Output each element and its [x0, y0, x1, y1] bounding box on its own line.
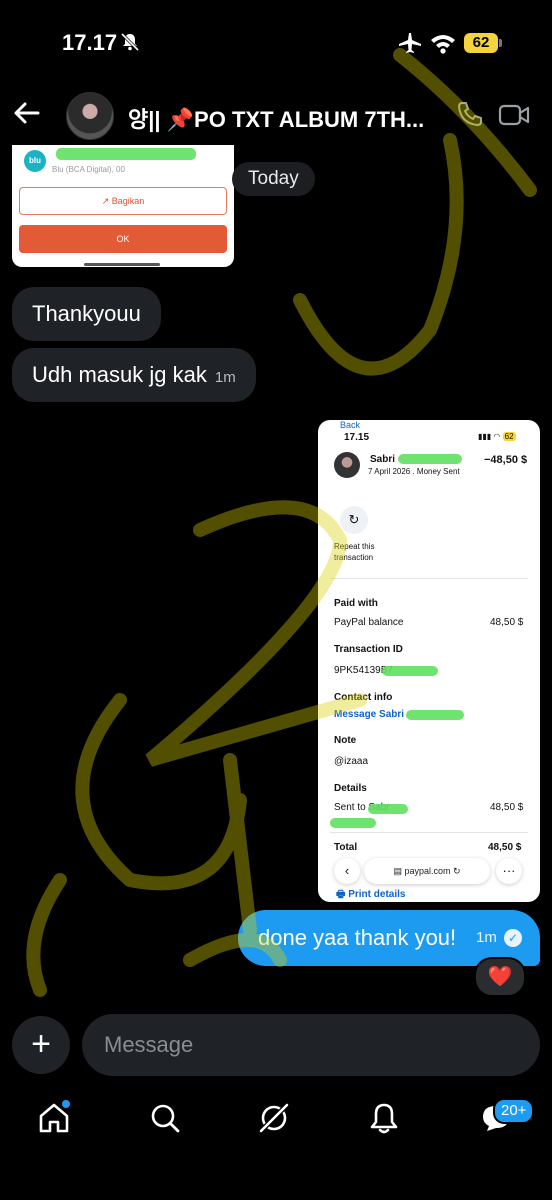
- incoming-message[interactable]: Udh masuk jg kak 1m: [12, 348, 256, 402]
- browser-more-icon: ···: [496, 858, 522, 884]
- pp-battery: 62: [502, 432, 516, 441]
- pp-contact-label: Contact info: [334, 692, 393, 703]
- add-media-button[interactable]: +: [12, 1016, 70, 1074]
- status-time: 17.17: [62, 30, 118, 55]
- battery-tip: [499, 39, 502, 47]
- pp-back-link: Back: [340, 420, 361, 430]
- redaction-scribble: [56, 148, 196, 160]
- pp-total-amount: 48,50 $: [488, 842, 522, 853]
- chat-avatar[interactable]: [66, 92, 114, 140]
- printer-icon: 🖶: [336, 889, 349, 900]
- battery-indicator: 62: [464, 33, 498, 53]
- share-icon: ↗: [101, 196, 112, 206]
- messages-badge: 20+: [493, 1098, 535, 1124]
- page-icon: ▤: [393, 866, 405, 876]
- share-label: Bagikan: [111, 196, 145, 206]
- chat-title[interactable]: 양|| 📌PO TXT ALBUM 7TH...: [128, 102, 433, 134]
- pp-note-label: Note: [334, 735, 357, 746]
- message-time: 1m: [214, 369, 236, 386]
- pp-transaction-id-label: Transaction ID: [334, 644, 403, 655]
- pp-total-label: Total: [334, 842, 358, 853]
- pp-note-value: @izaaa: [334, 756, 369, 767]
- redaction-scribble: [368, 804, 408, 814]
- heart-reaction[interactable]: ❤️: [474, 957, 526, 997]
- bell-muted-icon: [120, 32, 140, 52]
- ok-button: OK: [19, 225, 227, 253]
- pp-details-label: Details: [334, 783, 367, 794]
- redaction-scribble: [406, 710, 464, 720]
- paypal-screenshot-image[interactable]: Back 17.15 ▮▮▮ ◠ 62 Sabri 7 April 2026 .…: [318, 420, 540, 902]
- pp-contact-link: Message Sabri: [334, 709, 405, 720]
- back-arrow-icon[interactable]: [12, 98, 42, 128]
- plus-icon: +: [31, 1025, 51, 1063]
- redaction-scribble: [382, 666, 438, 676]
- repeat-icon: ↻: [340, 506, 368, 534]
- video-call-icon[interactable]: [498, 102, 530, 128]
- message-text: Udh masuk jg kak: [32, 362, 207, 387]
- browser-url-bar: ▤ paypal.com ↻: [364, 858, 490, 884]
- pp-recipient-name: Sabri: [370, 454, 396, 465]
- reload-icon: ↻: [453, 866, 461, 876]
- incoming-message[interactable]: Thankyouu: [12, 287, 161, 341]
- browser-url: paypal.com: [404, 866, 451, 876]
- notifications-bell-icon[interactable]: [366, 1100, 402, 1136]
- transfer-screenshot-image[interactable]: blu Blu (BCA Digital), 00 ↗ Bagikan OK: [12, 145, 234, 267]
- message-text: Thankyouu: [32, 301, 141, 326]
- search-icon[interactable]: [147, 1100, 183, 1136]
- share-button: ↗ Bagikan: [19, 187, 227, 215]
- read-check-icon: ✓: [504, 929, 522, 947]
- pp-paid-with-amount: 48,50 $: [490, 617, 524, 628]
- message-text: done yaa thank you!: [258, 925, 457, 950]
- pp-sent-amount: 48,50 $: [490, 802, 524, 813]
- pp-recipient-avatar: [334, 452, 360, 478]
- pp-print-details: 🖶 Print details: [336, 887, 405, 902]
- pp-status-icons: ▮▮▮ ◠ 62: [478, 432, 516, 441]
- phone-call-icon[interactable]: [456, 100, 484, 128]
- home-notification-dot: [62, 1100, 70, 1108]
- pp-paid-with-value: PayPal balance: [334, 617, 404, 628]
- bank-account-line: Blu (BCA Digital), 00: [52, 165, 125, 174]
- message-input[interactable]: [82, 1014, 540, 1076]
- pp-amount: −48,50 $: [484, 454, 528, 466]
- divider: [330, 832, 528, 833]
- airplane-icon: [399, 33, 421, 53]
- redaction-scribble: [330, 818, 376, 828]
- wifi-icon: [431, 35, 455, 54]
- blu-logo: blu: [24, 150, 46, 172]
- pp-status-time: 17.15: [344, 432, 370, 443]
- date-divider: Today: [232, 162, 315, 196]
- browser-back-icon: ‹: [334, 858, 360, 884]
- pp-date-line: 7 April 2026 . Money Sent: [368, 467, 460, 476]
- pp-print-label: Print details: [348, 889, 406, 900]
- pp-repeat-label: Repeat this transaction: [334, 542, 375, 562]
- home-indicator: [84, 263, 160, 266]
- divider: [330, 578, 528, 579]
- grok-icon[interactable]: [256, 1100, 292, 1136]
- pp-paid-with-label: Paid with: [334, 598, 378, 609]
- redaction-scribble: [398, 454, 462, 464]
